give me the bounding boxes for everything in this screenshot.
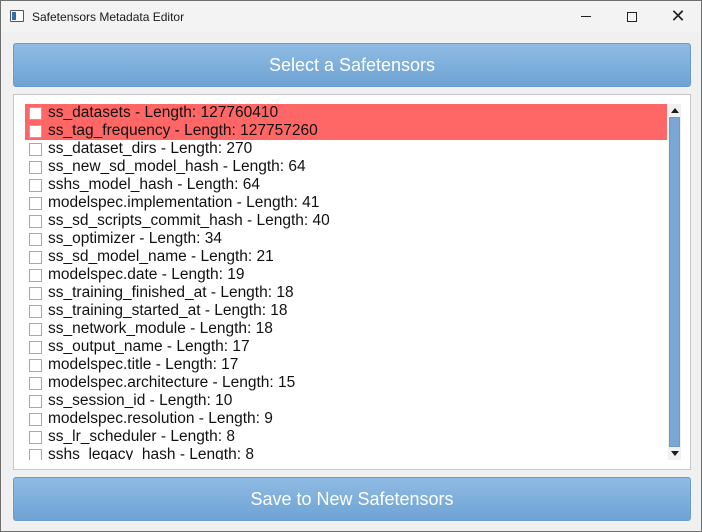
metadata-list-frame: ss_datasets - Length: 127760410 ss_tag_fr… bbox=[13, 94, 691, 470]
maximize-icon bbox=[627, 11, 637, 22]
scroll-up-button[interactable] bbox=[668, 104, 681, 117]
item-label: ss_sd_scripts_commit_hash - Length: 40 bbox=[48, 212, 330, 229]
item-label: ss_lr_scheduler - Length: 8 bbox=[48, 428, 235, 445]
list-item[interactable]: ss_output_name - Length: 17 bbox=[25, 338, 667, 356]
scrollbar-thumb[interactable] bbox=[669, 117, 680, 447]
list-item[interactable]: ss_session_id - Length: 10 bbox=[25, 392, 667, 410]
item-label: modelspec.title - Length: 17 bbox=[48, 356, 239, 373]
item-label: sshs_legacy_hash - Length: 8 bbox=[48, 446, 254, 460]
item-checkbox[interactable] bbox=[29, 286, 42, 300]
item-checkbox[interactable] bbox=[29, 394, 42, 408]
title-bar[interactable]: Safetensors Metadata Editor ✕ bbox=[1, 1, 701, 32]
item-checkbox[interactable] bbox=[29, 376, 42, 390]
list-item[interactable]: modelspec.title - Length: 17 bbox=[25, 356, 667, 374]
vertical-scrollbar[interactable] bbox=[668, 104, 681, 460]
list-item[interactable]: modelspec.implementation - Length: 41 bbox=[25, 194, 667, 212]
item-label: modelspec.date - Length: 19 bbox=[48, 266, 245, 283]
list-item[interactable]: ss_sd_model_name - Length: 21 bbox=[25, 248, 667, 266]
list-item[interactable]: sshs_model_hash - Length: 64 bbox=[25, 176, 667, 194]
item-checkbox[interactable] bbox=[29, 142, 42, 156]
list-item[interactable]: sshs_legacy_hash - Length: 8 bbox=[25, 446, 667, 460]
item-label: sshs_model_hash - Length: 64 bbox=[48, 176, 260, 193]
item-label: modelspec.architecture - Length: 15 bbox=[48, 374, 296, 391]
list-item[interactable]: ss_lr_scheduler - Length: 8 bbox=[25, 428, 667, 446]
item-checkbox[interactable] bbox=[29, 430, 42, 444]
scroll-down-button[interactable] bbox=[668, 447, 681, 460]
item-checkbox[interactable] bbox=[29, 250, 42, 264]
list-item[interactable]: ss_sd_scripts_commit_hash - Length: 40 bbox=[25, 212, 667, 230]
app-icon bbox=[10, 10, 24, 22]
item-label: modelspec.implementation - Length: 41 bbox=[48, 194, 320, 211]
app-window: Safetensors Metadata Editor ✕ Select a S… bbox=[0, 0, 702, 532]
item-checkbox[interactable] bbox=[29, 448, 42, 460]
item-checkbox[interactable] bbox=[29, 322, 42, 336]
item-checkbox[interactable] bbox=[29, 412, 42, 426]
close-icon: ✕ bbox=[670, 5, 686, 27]
item-checkbox[interactable] bbox=[29, 358, 42, 372]
item-label: modelspec.resolution - Length: 9 bbox=[48, 410, 273, 427]
arrow-down-icon bbox=[670, 451, 679, 456]
item-label: ss_training_started_at - Length: 18 bbox=[48, 302, 288, 319]
item-label: ss_network_module - Length: 18 bbox=[48, 320, 273, 337]
select-safetensors-button[interactable]: Select a Safetensors bbox=[13, 43, 691, 87]
arrow-up-icon bbox=[670, 108, 679, 113]
item-checkbox[interactable] bbox=[29, 160, 42, 174]
list-item[interactable]: modelspec.resolution - Length: 9 bbox=[25, 410, 667, 428]
list-item[interactable]: ss_new_sd_model_hash - Length: 64 bbox=[25, 158, 667, 176]
item-checkbox[interactable] bbox=[29, 106, 42, 120]
item-checkbox[interactable] bbox=[29, 340, 42, 354]
item-checkbox[interactable] bbox=[29, 124, 42, 138]
item-checkbox[interactable] bbox=[29, 268, 42, 282]
item-label: ss_datasets - Length: 127760410 bbox=[48, 104, 279, 121]
list-item[interactable]: ss_training_finished_at - Length: 18 bbox=[25, 284, 667, 302]
maximize-button[interactable] bbox=[609, 1, 655, 32]
list-item[interactable]: ss_dataset_dirs - Length: 270 bbox=[25, 140, 667, 158]
item-label: ss_sd_model_name - Length: 21 bbox=[48, 248, 274, 265]
metadata-list[interactable]: ss_datasets - Length: 127760410 ss_tag_fr… bbox=[25, 104, 667, 460]
item-label: ss_session_id - Length: 10 bbox=[48, 392, 233, 409]
minimize-button[interactable] bbox=[563, 1, 609, 32]
item-label: ss_output_name - Length: 17 bbox=[48, 338, 250, 355]
list-item[interactable]: ss_tag_frequency - Length: 127757260 bbox=[25, 122, 667, 140]
list-item[interactable]: ss_datasets - Length: 127760410 bbox=[25, 104, 667, 122]
close-button[interactable]: ✕ bbox=[655, 1, 701, 32]
item-label: ss_training_finished_at - Length: 18 bbox=[48, 284, 294, 301]
item-checkbox[interactable] bbox=[29, 304, 42, 318]
item-checkbox[interactable] bbox=[29, 214, 42, 228]
list-item[interactable]: modelspec.date - Length: 19 bbox=[25, 266, 667, 284]
item-label: ss_new_sd_model_hash - Length: 64 bbox=[48, 158, 306, 175]
item-label: ss_optimizer - Length: 34 bbox=[48, 230, 223, 247]
list-item[interactable]: modelspec.architecture - Length: 15 bbox=[25, 374, 667, 392]
item-checkbox[interactable] bbox=[29, 196, 42, 210]
minimize-icon bbox=[581, 16, 591, 17]
window-title: Safetensors Metadata Editor bbox=[32, 10, 185, 24]
list-item[interactable]: ss_training_started_at - Length: 18 bbox=[25, 302, 667, 320]
item-label: ss_dataset_dirs - Length: 270 bbox=[48, 140, 253, 157]
item-checkbox[interactable] bbox=[29, 232, 42, 246]
list-item[interactable]: ss_optimizer - Length: 34 bbox=[25, 230, 667, 248]
item-checkbox[interactable] bbox=[29, 178, 42, 192]
item-label: ss_tag_frequency - Length: 127757260 bbox=[48, 122, 318, 139]
save-new-safetensors-button[interactable]: Save to New Safetensors bbox=[13, 477, 691, 521]
list-item[interactable]: ss_network_module - Length: 18 bbox=[25, 320, 667, 338]
